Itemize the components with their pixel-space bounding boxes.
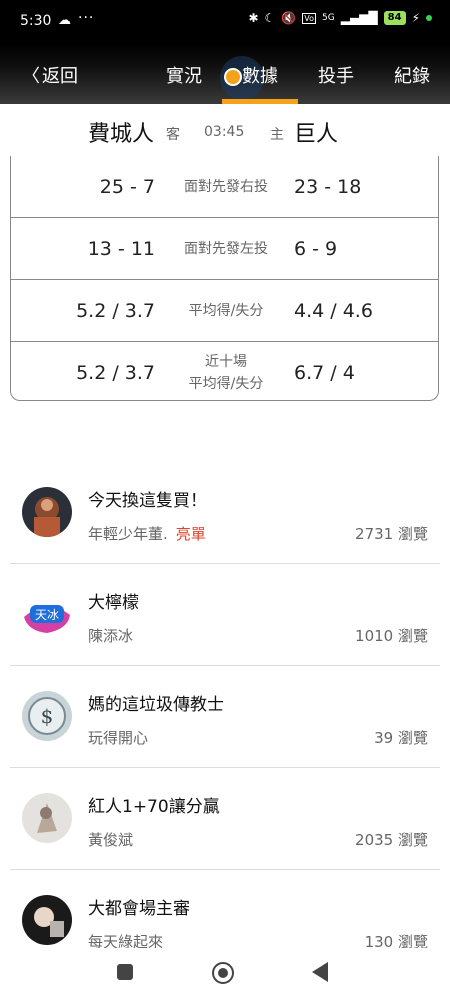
- matchup-header: 費城人 客 03:45 主 巨人: [0, 104, 450, 156]
- mute-icon: 🔇: [281, 11, 297, 25]
- list-item[interactable]: 今天換這隻買！ 年輕少年董. 亮單 2731 瀏覽: [10, 462, 440, 564]
- away-stat: 25 - 7: [99, 176, 155, 198]
- home-stat: 23 - 18: [294, 176, 362, 198]
- stat-row: 5.2 / 3.7 近十場 平均得/失分 6.7 / 4: [11, 342, 438, 404]
- system-navigation-bar: [0, 948, 450, 1000]
- status-bar: 5:30 ☁ ··· ✱ ☾ 🔇 Vo 5G ▂▄▆█ 84 ⚡: [0, 0, 450, 44]
- volte-icon: Vo: [302, 12, 317, 24]
- tab-pitchers[interactable]: 投手: [318, 62, 354, 88]
- post-author: 陳添冰: [88, 625, 133, 646]
- away-team: 費城人: [88, 122, 155, 147]
- stat-label: 近十場 平均得/失分: [188, 354, 264, 392]
- avatar: [22, 487, 72, 537]
- list-item[interactable]: 紅人1+70讓分贏 黃俊斌 2035 瀏覽: [10, 768, 440, 870]
- battery-icon: 84: [383, 11, 406, 25]
- tab-records[interactable]: 紀錄: [394, 62, 430, 88]
- stat-row: 25 - 7 面對先發右投 23 - 18: [11, 156, 438, 218]
- away-stat: 13 - 11: [87, 238, 155, 260]
- author-name: 玩得開心: [88, 729, 149, 747]
- moon-icon: ☾: [264, 11, 276, 25]
- back-label: 返回: [42, 66, 78, 87]
- stat-label: 面對先發左投: [184, 241, 268, 257]
- author-name: 年輕少年董.: [88, 525, 168, 543]
- privacy-dot-icon: [426, 15, 432, 21]
- stat-row: 13 - 11 面對先發左投 6 - 9: [11, 218, 438, 280]
- avatar: 天冰: [22, 589, 72, 639]
- more-dots-icon: ···: [78, 10, 95, 26]
- stat-label: 平均得/失分: [188, 303, 264, 319]
- list-item[interactable]: $ 媽的這垃圾傳教士 玩得開心 39 瀏覽: [10, 666, 440, 768]
- away-stat: 5.2 / 3.7: [76, 300, 155, 322]
- view-count: 39 瀏覽: [374, 729, 428, 747]
- view-count: 2731 瀏覽: [355, 525, 428, 543]
- post-title: 大都會場主審: [88, 899, 190, 919]
- status-time: 5:30: [20, 13, 52, 29]
- charging-icon: ⚡: [411, 11, 420, 25]
- home-team: 巨人: [294, 122, 339, 147]
- recents-icon[interactable]: [117, 964, 133, 980]
- home-stat: 6 - 9: [294, 238, 338, 260]
- post-author: 年輕少年董. 亮單: [88, 523, 206, 544]
- stats-card: 25 - 7 面對先發右投 23 - 18 13 - 11 面對先發左投 6 -…: [10, 156, 439, 401]
- stat-label: 面對先發右投: [184, 179, 268, 195]
- post-author: 玩得開心: [88, 727, 148, 748]
- svg-text:天冰: 天冰: [35, 608, 59, 622]
- post-title: 大檸檬: [88, 593, 139, 613]
- list-item[interactable]: 天冰 大檸檬 陳添冰 1010 瀏覽: [10, 564, 440, 666]
- svg-text:$: $: [41, 704, 54, 728]
- post-tag: 亮單: [175, 525, 206, 543]
- post-author: 黃俊斌: [88, 829, 133, 850]
- away-tag: 客: [166, 127, 180, 143]
- avatar: $: [22, 691, 72, 741]
- tab-stats[interactable]: 數據: [242, 62, 278, 88]
- status-icons: ✱ ☾ 🔇 Vo 5G ▂▄▆█ 84 ⚡: [248, 11, 432, 25]
- chevron-left-icon: 〈: [22, 66, 40, 87]
- game-time: 03:45: [204, 124, 245, 140]
- post-title: 媽的這垃圾傳教士: [88, 695, 224, 715]
- view-count: 2035 瀏覽: [355, 831, 428, 849]
- top-navbar: 〈 返回 實況 數據 投手 紀錄: [0, 44, 450, 104]
- signal-icon: ▂▄▆█: [340, 11, 378, 25]
- avatar: [22, 895, 72, 945]
- cloud-icon: ☁: [58, 13, 71, 28]
- back-button[interactable]: 〈 返回: [22, 62, 78, 88]
- home-stat: 4.4 / 4.6: [294, 300, 373, 322]
- tab-live[interactable]: 實況: [166, 62, 202, 88]
- 5g-icon: 5G: [322, 13, 335, 23]
- stat-row: 5.2 / 3.7 平均得/失分 4.4 / 4.6: [11, 280, 438, 342]
- bluetooth-icon: ✱: [248, 11, 259, 25]
- author-name: 陳添冰: [88, 627, 134, 645]
- home-tag: 主: [270, 127, 284, 143]
- home-stat: 6.7 / 4: [294, 362, 355, 384]
- post-title: 紅人1+70讓分贏: [88, 797, 220, 817]
- avatar: [22, 793, 72, 843]
- author-name: 黃俊斌: [88, 831, 134, 849]
- post-title: 今天換這隻買！: [88, 491, 207, 511]
- posts-list: 今天換這隻買！ 年輕少年董. 亮單 2731 瀏覽 天冰 大檸檬 陳添冰 1010…: [10, 462, 440, 971]
- back-triangle-icon[interactable]: [312, 962, 328, 982]
- home-icon[interactable]: [212, 962, 234, 984]
- away-stat: 5.2 / 3.7: [76, 362, 155, 384]
- view-count: 1010 瀏覽: [355, 627, 428, 645]
